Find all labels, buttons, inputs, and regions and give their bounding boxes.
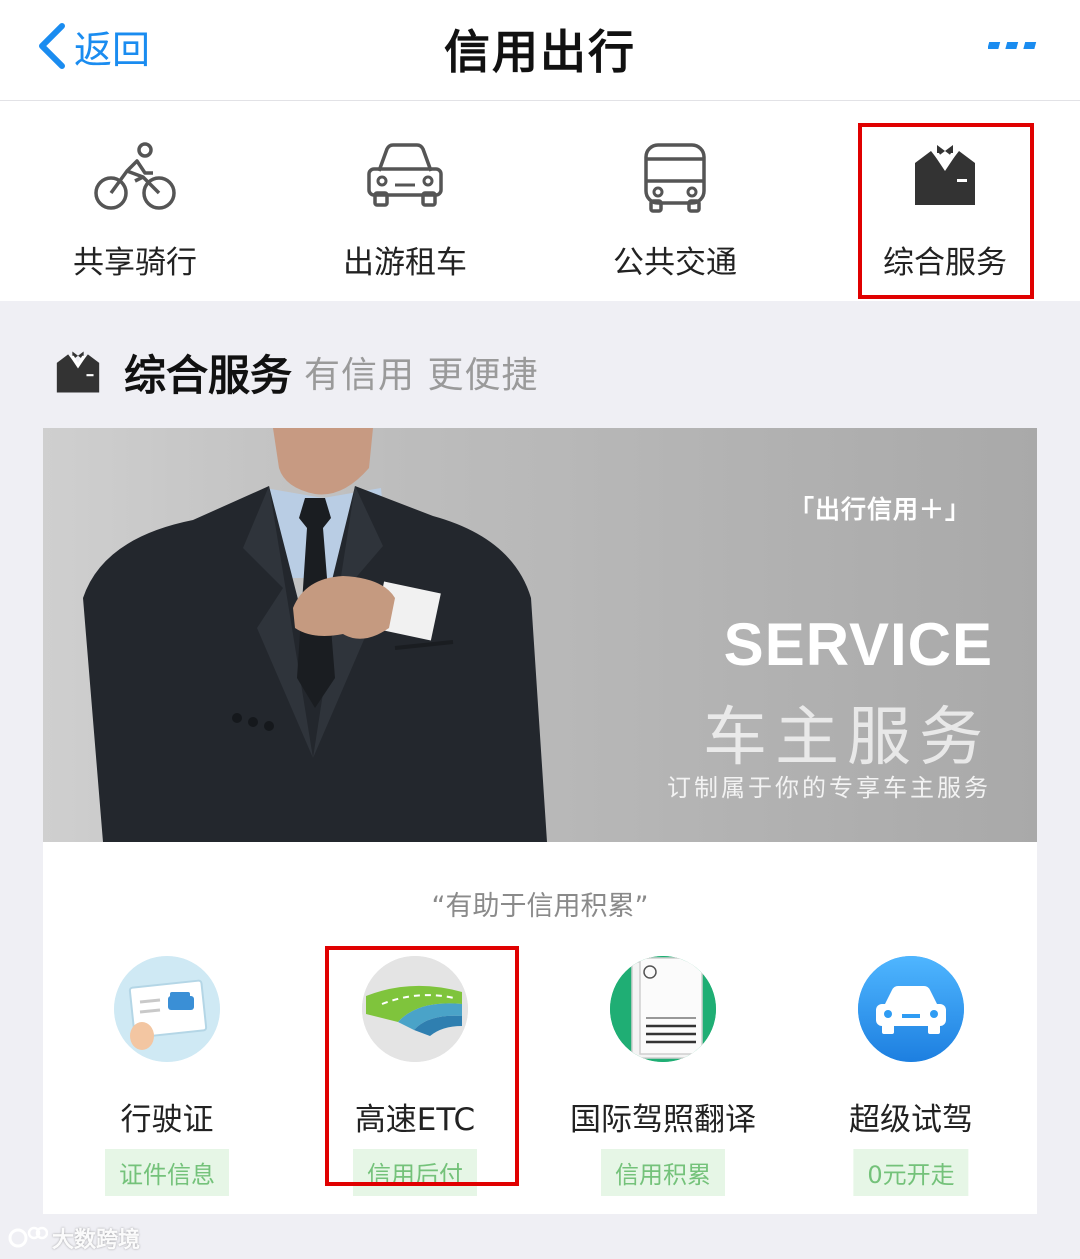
- banner-description: 订制属于你的专享车主服务: [667, 774, 991, 802]
- service-icon-circle: [610, 956, 716, 1062]
- service-icon-circle: [114, 956, 220, 1062]
- banner-service-text: SERVICE: [723, 611, 993, 678]
- service-tag: 0元开走: [853, 1149, 969, 1196]
- service-name: 国际驾照翻译: [570, 1102, 756, 1138]
- credit-quote: “有助于信用积累”: [431, 891, 649, 922]
- tab-shared-cycling[interactable]: 共享骑行: [0, 101, 270, 301]
- tab-label: 出游租车: [343, 245, 467, 281]
- car-icon: [367, 143, 443, 207]
- watermark-text: 大数跨境: [52, 1228, 141, 1253]
- service-tag: 证件信息: [105, 1149, 229, 1196]
- banner-tag: 「出行信用＋」: [788, 495, 971, 524]
- service-license-translation[interactable]: 国际驾照翻译 信用积累: [539, 956, 787, 1196]
- businessman-illustration: [83, 428, 547, 842]
- banner-title: 车主服务: [703, 701, 991, 775]
- section-heading: 综合服务 有信用 更便捷: [54, 340, 538, 404]
- service-icon-circle: [858, 956, 964, 1062]
- service-card: 「出行信用＋」 SERVICE 车主服务 订制属于你的专享车主服务 “有助于信用…: [43, 428, 1037, 1214]
- tuxedo-icon: [56, 351, 100, 393]
- driver-license-document-icon: [610, 956, 716, 1062]
- watermark: 大数跨境: [8, 1222, 140, 1254]
- service-banner[interactable]: 「出行信用＋」 SERVICE 车主服务 订制属于你的专享车主服务: [43, 428, 1037, 842]
- navigation-bar: 返回 信用出行: [0, 0, 1080, 101]
- vehicle-license-icon: [114, 956, 220, 1062]
- service-name: 超级试驾: [849, 1102, 973, 1138]
- category-tabs: 共享骑行 出游租车 公共交通 综合服务: [0, 101, 1080, 301]
- tab-label: 共享骑行: [73, 245, 197, 281]
- service-vehicle-license[interactable]: 行驶证 证件信息: [43, 956, 291, 1196]
- tab-public-transport[interactable]: 公共交通: [540, 101, 810, 301]
- more-button[interactable]: [987, 36, 1038, 55]
- section-subtitle: 有信用 更便捷: [304, 355, 539, 396]
- car-icon: [858, 956, 964, 1062]
- highlight-box: [858, 123, 1034, 299]
- highlight-box: [325, 946, 519, 1186]
- service-tag: 信用积累: [601, 1149, 725, 1196]
- watermark-logo-icon: [8, 1226, 48, 1248]
- bicycle-icon: [94, 142, 176, 210]
- page-title: 信用出行: [444, 25, 636, 79]
- service-name: 行驶证: [120, 1102, 214, 1138]
- tab-car-rental[interactable]: 出游租车: [270, 101, 540, 301]
- service-test-drive[interactable]: 超级试驾 0元开走: [787, 956, 1035, 1196]
- section-title: 综合服务: [124, 350, 293, 400]
- tab-label: 公共交通: [613, 245, 737, 281]
- more-dots-icon: [987, 42, 1037, 49]
- bus-icon: [644, 143, 706, 213]
